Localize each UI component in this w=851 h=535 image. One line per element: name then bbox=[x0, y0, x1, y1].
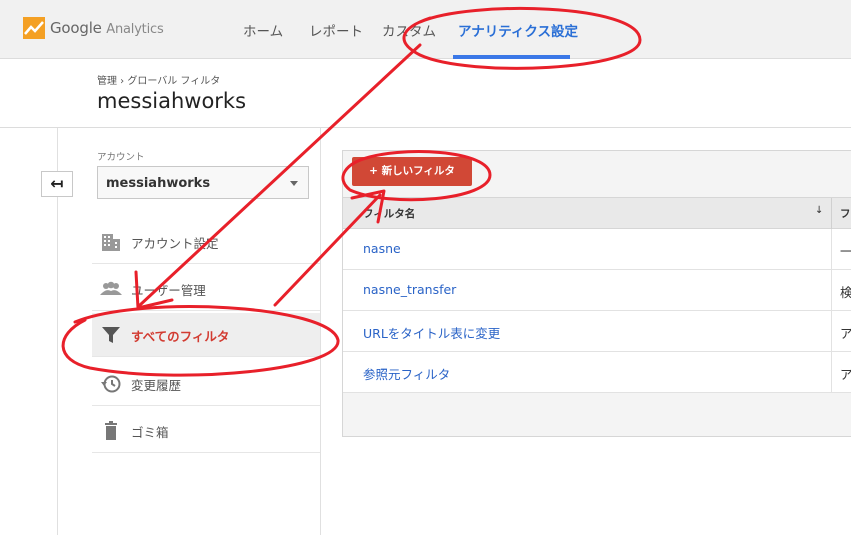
trash-icon bbox=[105, 421, 117, 440]
table-row: nasne_transfer 検 bbox=[343, 270, 851, 311]
filter-type-cell: 検 bbox=[840, 285, 851, 300]
nav-custom[interactable]: カスタム bbox=[382, 20, 436, 40]
new-filter-button[interactable]: + 新しいフィルタ bbox=[352, 157, 472, 186]
sidebar-item-label: 変更履歴 bbox=[131, 378, 182, 393]
people-icon bbox=[100, 281, 122, 295]
breadcrumb: 管理 › グローバル フィルタ bbox=[97, 76, 221, 87]
sidebar-item-label: ユーザー管理 bbox=[131, 283, 206, 298]
nav-admin[interactable]: アナリティクス設定 bbox=[458, 20, 578, 40]
logo-google-text: Google bbox=[50, 19, 102, 37]
sidebar-item-label: ゴミ箱 bbox=[131, 425, 169, 440]
sidebar-item-change-history[interactable]: 変更履歴 bbox=[92, 362, 320, 406]
filter-name-link[interactable]: nasne_transfer bbox=[363, 282, 456, 297]
nav-home[interactable]: ホーム bbox=[243, 20, 283, 40]
cell-divider bbox=[831, 311, 832, 351]
column-divider bbox=[831, 198, 832, 229]
back-button[interactable]: ↤ bbox=[41, 171, 73, 197]
active-tab-indicator bbox=[453, 55, 570, 59]
account-label: アカウント bbox=[97, 152, 145, 163]
filter-type-cell: ア bbox=[840, 367, 851, 382]
filter-name-link[interactable]: 参照元フィルタ bbox=[363, 364, 450, 383]
building-icon bbox=[102, 234, 120, 251]
sidebar-item-user-management[interactable]: ユーザー管理 bbox=[92, 267, 320, 311]
account-select[interactable]: messiahworks bbox=[97, 166, 309, 199]
sidebar-item-all-filters[interactable]: すべてのフィルタ bbox=[92, 313, 320, 357]
history-icon bbox=[101, 375, 121, 393]
cell-divider bbox=[831, 352, 832, 392]
filter-type-cell: 一 bbox=[840, 244, 851, 259]
nav-reports[interactable]: レポート bbox=[309, 20, 363, 40]
column-divider-right bbox=[320, 128, 321, 535]
logo-analytics-text: Analytics bbox=[106, 22, 164, 37]
filter-name-link[interactable]: nasne bbox=[363, 241, 401, 256]
cell-divider bbox=[831, 270, 832, 310]
filter-type-cell: ア bbox=[840, 326, 851, 341]
chevron-down-icon bbox=[290, 181, 298, 186]
filter-icon bbox=[102, 327, 120, 343]
table-row: 参照元フィルタ ア bbox=[343, 352, 851, 393]
top-bar: Google Analytics ホーム レポート カスタム アナリティクス設定 bbox=[0, 0, 851, 59]
table-header bbox=[343, 197, 851, 229]
analytics-logo-icon bbox=[23, 17, 45, 39]
account-select-value: messiahworks bbox=[106, 176, 211, 191]
column-header-filter-type[interactable]: フ bbox=[840, 206, 851, 221]
header-divider bbox=[0, 127, 851, 128]
sidebar-item-account-settings[interactable]: アカウント設定 bbox=[92, 220, 320, 264]
table-row: nasne 一 bbox=[343, 229, 851, 270]
column-header-filter-name[interactable]: フィルタ名 bbox=[363, 206, 415, 221]
table-row: URLをタイトル表に変更 ア bbox=[343, 311, 851, 352]
filter-name-link[interactable]: URLをタイトル表に変更 bbox=[363, 323, 500, 342]
product-logo[interactable]: Google Analytics bbox=[50, 19, 164, 37]
sidebar-item-label: アカウント設定 bbox=[131, 236, 219, 251]
cell-divider bbox=[831, 229, 832, 269]
sort-descending-icon[interactable]: ↓ bbox=[815, 205, 823, 216]
sidebar-item-label: すべてのフィルタ bbox=[131, 329, 230, 344]
sidebar-item-trash[interactable]: ゴミ箱 bbox=[92, 409, 320, 453]
page-title: messiahworks bbox=[97, 89, 247, 113]
back-arrow-icon: ↤ bbox=[50, 174, 64, 193]
